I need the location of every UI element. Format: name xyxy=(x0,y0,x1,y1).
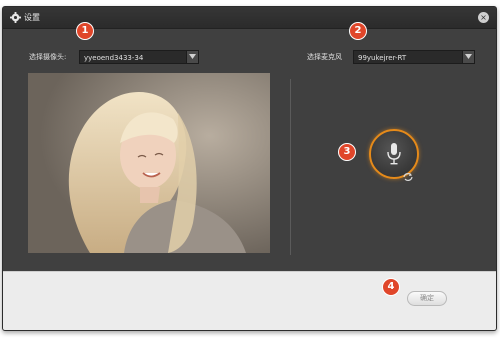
chevron-down-icon xyxy=(465,54,472,59)
dialog-title: 设置 xyxy=(24,13,40,22)
settings-dialog: 设置 × 选择摄像头: yyeoend3433-34 选择麦克风 99yukej… xyxy=(2,6,497,331)
callout-marker-4: 4 xyxy=(382,278,400,296)
microphone-selected-value: 99yukejrer-RT xyxy=(358,54,407,62)
callout-marker-3: 3 xyxy=(338,143,356,161)
microphone-icon xyxy=(387,143,401,165)
close-icon[interactable]: × xyxy=(480,13,487,22)
gear-icon xyxy=(10,12,21,23)
vertical-divider xyxy=(290,79,291,255)
camera-select[interactable]: yyeoend3433-34 xyxy=(79,50,199,64)
chevron-down-icon xyxy=(189,54,196,59)
refresh-icon[interactable] xyxy=(402,172,414,182)
microphone-label: 选择麦克风 xyxy=(307,53,342,61)
callout-marker-1: 1 xyxy=(76,22,94,40)
camera-preview-image xyxy=(28,73,270,253)
microphone-dropdown-button[interactable] xyxy=(462,51,474,63)
camera-selected-value: yyeoend3433-34 xyxy=(84,54,144,62)
callout-marker-2: 2 xyxy=(349,22,367,40)
confirm-button[interactable]: 确定 xyxy=(407,291,447,306)
camera-dropdown-button[interactable] xyxy=(186,51,198,63)
camera-preview xyxy=(28,73,270,253)
screenshot-stage: 设置 × 选择摄像头: yyeoend3433-34 选择麦克风 99yukej… xyxy=(0,0,500,341)
camera-label: 选择摄像头: xyxy=(29,53,67,61)
close-button[interactable]: × xyxy=(478,12,489,23)
microphone-select[interactable]: 99yukejrer-RT xyxy=(353,50,475,64)
